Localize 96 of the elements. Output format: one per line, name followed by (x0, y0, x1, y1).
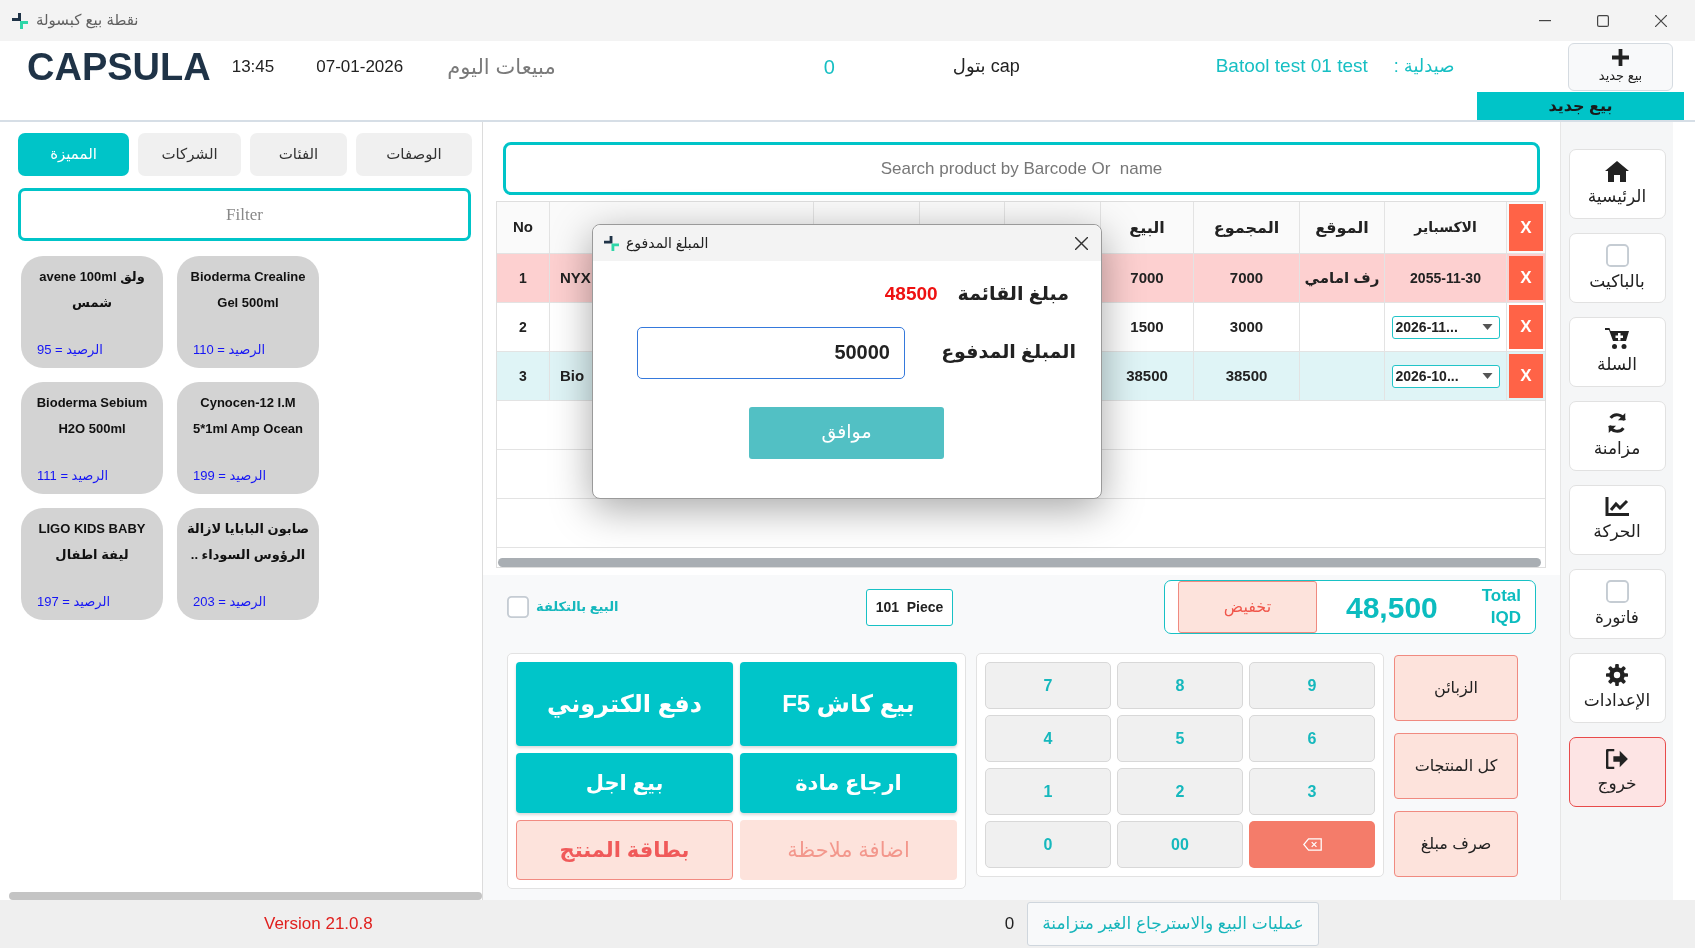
column-header: المجموع (1213, 217, 1280, 239)
date-text: 07-01-2026 (316, 55, 404, 78)
list-amount: 48500 (884, 282, 938, 306)
search-field[interactable]: Search product by Barcode Or name (503, 142, 1540, 195)
stock-count: الرصيد = 110 (193, 340, 266, 359)
table-cell-text: رف امامي (1304, 267, 1380, 289)
category-tab[interactable]: الوصفات (356, 133, 472, 176)
list-amount-label: مبلغ القائمة (957, 282, 1069, 307)
sidebar-button[interactable]: بالباكيت (1568, 233, 1666, 303)
category-tab[interactable]: الشركات (138, 133, 241, 176)
side-button[interactable]: الزبائن (1394, 655, 1518, 721)
table-cell-text: 2055-11-30 (1410, 268, 1481, 288)
product-name: صابون البابايا لازالة الرؤوس السوداء .. (185, 520, 311, 564)
horizontal-scrollbar[interactable] (498, 558, 1541, 567)
product-name: Bioderma Sebium H2O 500ml (35, 394, 149, 438)
sidebar-button[interactable]: السلة (1568, 317, 1666, 387)
logo: CAPSULA (27, 47, 211, 86)
product-card[interactable]: avene 100ml ولق شمس الرصيد = 95 (21, 256, 163, 368)
total-amount: 48,500 (1346, 589, 1438, 626)
maximize-icon[interactable] (1597, 14, 1609, 27)
date-dropdown[interactable]: 2026-10... (1391, 364, 1500, 388)
cart-plus-icon (1605, 328, 1629, 350)
user-name: بتول cap (952, 55, 1020, 79)
product-name: Bioderma Crealine Gel 500ml (189, 268, 307, 312)
stock-count: الرصيد = 203 (193, 592, 267, 611)
stock-count: الرصيد = 199 (193, 466, 267, 485)
sync-icon (1606, 412, 1628, 434)
window-title: نقطة بيع كبسولة (36, 10, 139, 31)
close-icon[interactable] (1075, 236, 1088, 250)
product-name: Cynocen-12 I.M 5*1ml Amp Ocean (191, 394, 305, 438)
settings-icon (1606, 664, 1628, 686)
category-tab[interactable]: الفئات (250, 133, 347, 176)
backspace-key[interactable] (1249, 821, 1375, 868)
minimize-icon[interactable] (1539, 19, 1551, 22)
sidebar-button[interactable]: الإعدادات (1568, 653, 1666, 723)
filter-field[interactable]: Filter (18, 188, 471, 241)
column-header: البيع (1129, 217, 1165, 239)
close-icon[interactable] (1655, 14, 1667, 27)
product-card[interactable]: LIGO KIDS BABY ليفة اطفال الرصيد = 197 (21, 508, 163, 620)
home-icon (1605, 160, 1629, 182)
stock-count: الرصيد = 197 (37, 592, 111, 611)
table-cell-text: 1500 (1130, 316, 1164, 337)
column-header: No (513, 217, 533, 238)
checkbox[interactable] (507, 596, 529, 618)
app-logo-icon (12, 12, 28, 29)
side-button[interactable]: صرف مبلغ (1394, 811, 1518, 877)
table-cell-text: 38500 (1126, 365, 1168, 386)
table-cell-text: 7000 (1229, 267, 1264, 288)
caret-icon (1481, 324, 1493, 330)
column-header: الموقع (1315, 217, 1369, 239)
new-sale-button[interactable]: بيع جديد (1568, 42, 1673, 91)
sign-out-icon (1606, 749, 1628, 769)
caret-icon (1481, 373, 1493, 379)
side-button[interactable]: كل المنتجات (1394, 733, 1518, 799)
stock-count: الرصيد = 111 (37, 466, 109, 485)
sales-label: مبيعات اليوم (447, 53, 556, 81)
backspace-icon (1302, 838, 1322, 851)
sidebar-button[interactable]: مزامنة (1568, 401, 1666, 471)
product-name: avene 100ml ولق شمس (38, 268, 146, 312)
plus-icon (1612, 49, 1629, 66)
table-cell-text: 3 (519, 366, 527, 386)
product-card[interactable]: صابون البابايا لازالة الرؤوس السوداء .. الرصيد = 203 (177, 508, 319, 620)
currency-label: IQD (1490, 607, 1521, 629)
table-cell-text: Bio (560, 365, 585, 386)
piece-count: 101 Piece (866, 588, 953, 626)
column-header: الاكسباير (1414, 218, 1477, 238)
checkbox[interactable] (1605, 579, 1629, 603)
dialog-title: المبلغ المدفوع (626, 233, 709, 254)
sidebar-button[interactable]: الحركة (1568, 485, 1666, 555)
paid-amount-field[interactable]: 50000 (637, 326, 905, 379)
table-cell-text: 7000 (1130, 267, 1164, 288)
sale-tab[interactable]: بيع جديد (1477, 92, 1684, 120)
checkbox[interactable] (1605, 243, 1629, 267)
table-cell-text: NYX (560, 267, 591, 288)
sales-count: 0 (823, 54, 835, 80)
sidebar-button[interactable]: الرئيسية (1568, 149, 1666, 219)
unsynced-count: 0 (1004, 913, 1015, 936)
version-label: Version 21.0.8 (264, 913, 373, 936)
pharmacy-label: صيدلية : (1393, 55, 1455, 78)
horizontal-scrollbar[interactable] (9, 892, 482, 900)
product-name: LIGO KIDS BABY ليفة اطفال (37, 520, 147, 564)
date-dropdown[interactable]: 2026-11... (1391, 315, 1500, 339)
sidebar-button[interactable]: فاتورة (1568, 569, 1666, 639)
clock-time: 13:45 (231, 55, 275, 78)
line-chart-icon (1605, 497, 1629, 517)
table-cell-text: 38500 (1225, 365, 1268, 386)
stock-count: الرصيد = 95 (37, 340, 103, 359)
sidebar-button[interactable]: خروج (1568, 737, 1666, 807)
total-label: Total (1481, 585, 1521, 607)
app-logo-icon (604, 235, 619, 251)
paid-amount-label: المبلغ المدفوع (941, 340, 1076, 365)
table-cell-text: 1 (519, 268, 527, 288)
table-cell-text: 2 (519, 317, 527, 337)
checkbox-label: البيع بالتكلفة (536, 598, 619, 617)
pharmacy-name: Batool test 01 test (1215, 54, 1368, 79)
table-cell-text: 3000 (1229, 316, 1264, 337)
